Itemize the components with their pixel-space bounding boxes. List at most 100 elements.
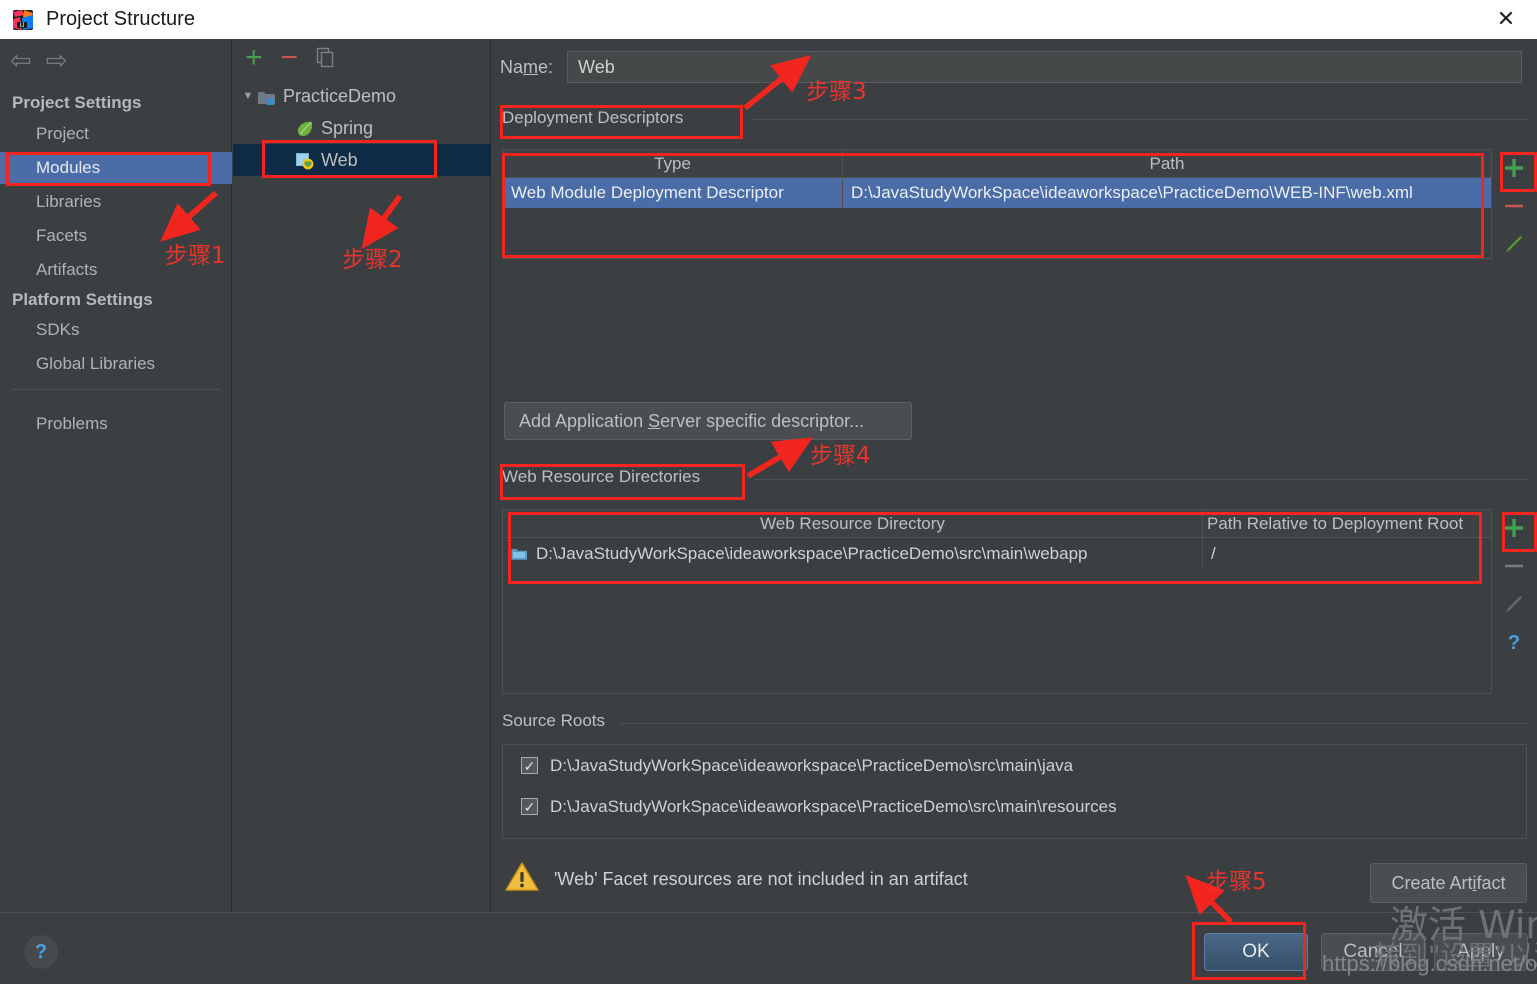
list-item[interactable]: ✓ D:\JavaStudyWorkSpace\ideaworkspace\Pr… bbox=[503, 745, 1526, 786]
source-roots-rule bbox=[620, 723, 1527, 724]
deployment-descriptors-toolbar bbox=[1496, 149, 1532, 263]
module-tree-panel: + − ▼ PracticeDemo Spring Web bbox=[233, 39, 491, 912]
sidebar-item-label: Problems bbox=[36, 414, 108, 433]
add-icon[interactable] bbox=[1496, 509, 1532, 547]
annotation-label-step5: 步骤5 bbox=[1206, 869, 1267, 895]
cell-path: D:\JavaStudyWorkSpace\ideaworkspace\Prac… bbox=[851, 183, 1413, 202]
add-icon[interactable] bbox=[1496, 149, 1532, 187]
settings-sidebar: ⇦ ⇨ Project Settings Project Modules Lib… bbox=[0, 39, 232, 912]
cell-type: Web Module Deployment Descriptor bbox=[503, 178, 843, 208]
cancel-button[interactable]: Cancel bbox=[1321, 933, 1425, 971]
sidebar-item-libraries[interactable]: Libraries bbox=[0, 186, 232, 218]
column-header-web-resource-directory[interactable]: Web Resource Directory bbox=[503, 510, 1203, 537]
window-title: Project Structure bbox=[46, 8, 195, 30]
intellij-idea-icon: IJ bbox=[12, 9, 34, 31]
cell-directory: D:\JavaStudyWorkSpace\ideaworkspace\Prac… bbox=[503, 538, 1203, 570]
copy-module-icon[interactable] bbox=[316, 47, 336, 69]
sidebar-item-label: Project bbox=[36, 124, 89, 143]
web-resource-directories-title: Web Resource Directories bbox=[502, 467, 709, 487]
svg-text:IJ: IJ bbox=[20, 23, 25, 29]
cell-relative-path: / bbox=[1211, 544, 1216, 563]
warning-text: 'Web' Facet resources are not included i… bbox=[554, 869, 968, 889]
help-icon[interactable]: ? bbox=[24, 935, 58, 969]
annotation-label-step4: 步骤4 bbox=[810, 443, 871, 469]
web-facet-icon bbox=[295, 152, 314, 170]
sidebar-item-global-libraries[interactable]: Global Libraries bbox=[0, 348, 232, 380]
edit-pencil-icon[interactable] bbox=[1496, 585, 1532, 623]
sidebar-item-problems[interactable]: Problems bbox=[0, 408, 232, 440]
forward-arrow-icon[interactable]: ⇨ bbox=[46, 47, 68, 73]
annotation-label-step3: 步骤3 bbox=[806, 79, 867, 105]
help-icon[interactable]: ? bbox=[1496, 623, 1532, 661]
list-item[interactable]: ✓ D:\JavaStudyWorkSpace\ideaworkspace\Pr… bbox=[503, 786, 1526, 827]
tree-node-web[interactable]: Web bbox=[233, 144, 491, 176]
annotation-label-step2: 步骤2 bbox=[342, 247, 403, 273]
footer-divider bbox=[0, 912, 1537, 913]
source-roots-title: Source Roots bbox=[502, 711, 613, 731]
source-root-path: D:\JavaStudyWorkSpace\ideaworkspace\Prac… bbox=[550, 755, 1074, 775]
cell-directory-text: D:\JavaStudyWorkSpace\ideaworkspace\Prac… bbox=[536, 544, 1088, 563]
remove-icon[interactable] bbox=[1496, 547, 1532, 585]
sidebar-divider bbox=[12, 389, 220, 390]
sidebar-nav-arrows: ⇦ ⇨ bbox=[10, 47, 68, 73]
back-arrow-icon[interactable]: ⇦ bbox=[10, 47, 32, 73]
deployment-descriptors-title: Deployment Descriptors bbox=[502, 108, 692, 128]
warning-triangle-icon bbox=[504, 859, 540, 900]
column-header-relative-path[interactable]: Path Relative to Deployment Root bbox=[1203, 510, 1491, 537]
module-folder-icon bbox=[257, 89, 275, 105]
sidebar-group-project-settings: Project Settings bbox=[12, 93, 142, 112]
sidebar-item-label: Global Libraries bbox=[36, 354, 156, 373]
table-header: Web Resource Directory Path Relative to … bbox=[503, 510, 1491, 538]
checkbox-checked-icon[interactable]: ✓ bbox=[521, 798, 538, 815]
sidebar-item-label: Facets bbox=[36, 226, 88, 245]
tree-node-label: Spring bbox=[321, 117, 374, 138]
tree-node-spring[interactable]: Spring bbox=[233, 112, 491, 144]
name-row: Name: bbox=[500, 51, 1523, 83]
table-header: Type Path bbox=[503, 150, 1491, 178]
add-app-server-descriptor-button[interactable]: Add Application Server specific descript… bbox=[504, 402, 912, 440]
dialog-body: ⇦ ⇨ Project Settings Project Modules Lib… bbox=[0, 39, 1537, 984]
column-header-path[interactable]: Path bbox=[843, 150, 1491, 177]
web-resource-directories-toolbar: ? bbox=[1496, 509, 1532, 661]
sidebar-item-label: Modules bbox=[36, 158, 101, 177]
column-header-type[interactable]: Type bbox=[503, 150, 843, 177]
svg-text:?: ? bbox=[1508, 632, 1520, 654]
name-input[interactable] bbox=[567, 51, 1523, 83]
add-module-icon[interactable]: + bbox=[245, 43, 263, 73]
tree-toolbar: + − bbox=[245, 43, 336, 73]
source-roots-list: ✓ D:\JavaStudyWorkSpace\ideaworkspace\Pr… bbox=[502, 744, 1527, 839]
tree-node-practicedemo[interactable]: ▼ PracticeDemo bbox=[233, 80, 491, 112]
sidebar-item-label: Libraries bbox=[36, 192, 102, 211]
close-icon[interactable]: ✕ bbox=[1483, 2, 1529, 36]
sidebar-group-platform-settings: Platform Settings bbox=[12, 290, 153, 309]
remove-module-icon[interactable]: − bbox=[281, 43, 299, 73]
sidebar-item-label: SDKs bbox=[36, 320, 80, 339]
facet-warning: 'Web' Facet resources are not included i… bbox=[504, 859, 968, 900]
table-row[interactable]: Web Module Deployment Descriptor D:\Java… bbox=[503, 178, 1491, 208]
create-artifact-button[interactable]: Create Artifact bbox=[1370, 863, 1527, 903]
web-resource-directories-table: Web Resource Directory Path Relative to … bbox=[502, 509, 1492, 694]
checkbox-checked-icon[interactable]: ✓ bbox=[521, 757, 538, 774]
annotation-label-step1: 步骤1 bbox=[165, 243, 226, 269]
apply-button[interactable]: Apply bbox=[1434, 933, 1528, 971]
deployment-descriptors-rule bbox=[752, 119, 1527, 120]
spring-leaf-icon bbox=[295, 120, 313, 136]
tree-node-label: Web bbox=[321, 149, 358, 170]
sidebar-item-project[interactable]: Project bbox=[0, 118, 232, 150]
ok-button[interactable]: OK bbox=[1204, 933, 1308, 971]
sidebar-item-modules[interactable]: Modules bbox=[0, 152, 232, 184]
facet-settings-panel: Name: Deployment Descriptors Type Path W… bbox=[492, 39, 1537, 912]
tree-node-label: PracticeDemo bbox=[283, 85, 397, 106]
table-row[interactable]: D:\JavaStudyWorkSpace\ideaworkspace\Prac… bbox=[503, 538, 1491, 570]
sidebar-item-label: Artifacts bbox=[36, 260, 98, 279]
source-root-path: D:\JavaStudyWorkSpace\ideaworkspace\Prac… bbox=[550, 796, 1117, 816]
chevron-down-icon[interactable]: ▼ bbox=[239, 90, 257, 102]
edit-pencil-icon[interactable] bbox=[1496, 225, 1532, 263]
folder-icon bbox=[511, 547, 528, 561]
deployment-descriptors-table: Type Path Web Module Deployment Descript… bbox=[502, 149, 1492, 259]
remove-icon[interactable] bbox=[1496, 187, 1532, 225]
project-structure-dialog: IJ Project Structure ✕ ⇦ ⇨ Project Setti… bbox=[0, 0, 1537, 984]
name-label: Name: bbox=[500, 56, 554, 77]
title-bar: IJ Project Structure ✕ bbox=[0, 0, 1537, 39]
sidebar-item-sdks[interactable]: SDKs bbox=[0, 314, 232, 346]
